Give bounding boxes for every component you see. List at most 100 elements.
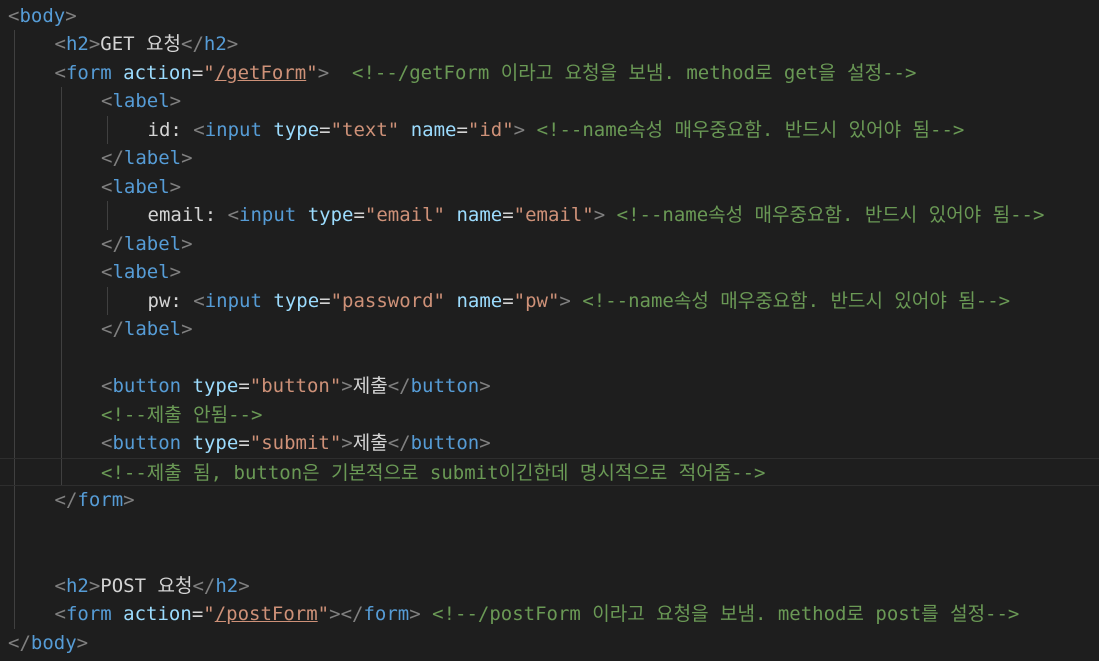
token-comment: <!--/postForm 이라고 요청을 보냄. method로 post를 …: [432, 603, 1020, 625]
token-comment: <!--제출 됨, button은 기본적으로 submit이긴한데 명시적으로…: [101, 461, 766, 484]
code-line-current[interactable]: <!--제출 됨, button은 기본적으로 submit이긴한데 명시적으로…: [0, 457, 1099, 486]
token-str: ": [203, 603, 215, 625]
code-line[interactable]: pw: <input type="password" name="pw"> <!…: [0, 287, 1099, 316]
token-attr: type: [273, 118, 320, 141]
token-bracket: <: [193, 118, 205, 141]
token-eq: =: [502, 204, 514, 226]
token-tag: input: [204, 289, 262, 312]
token-tag: input: [204, 118, 262, 141]
code-line[interactable]: </body>: [0, 629, 1099, 658]
token-text: 제출: [352, 432, 388, 454]
token-tag: form: [65, 61, 112, 84]
code-line[interactable]: <form action="/postForm"></form> <!--/po…: [0, 600, 1099, 629]
token-str: ": [306, 61, 318, 84]
token-bracket: >: [559, 289, 571, 312]
token-bracket: <: [54, 603, 66, 625]
token-eq: =: [319, 289, 331, 312]
token-bracket: >: [65, 4, 77, 27]
token-bracket: <: [193, 289, 205, 312]
token-bracket: </: [54, 489, 78, 511]
token-tag: h2: [215, 574, 239, 597]
token-bracket: >: [341, 375, 353, 397]
token-bracket: >: [479, 375, 491, 397]
token-eq: =: [456, 118, 468, 141]
code-line[interactable]: [0, 344, 1099, 373]
token-str: "text": [330, 118, 400, 141]
code-line[interactable]: email: <input type="email" name="email">…: [0, 201, 1099, 230]
token-attr: type: [192, 375, 239, 397]
code-line[interactable]: <label>: [0, 173, 1099, 202]
code-line[interactable]: <h2>POST 요청</h2>: [0, 572, 1099, 601]
code-line[interactable]: <button type="button">제출</button>: [0, 372, 1099, 401]
token-bracket: >: [181, 318, 193, 340]
token-attr: type: [307, 204, 354, 226]
token-bracket: <: [101, 90, 113, 112]
token-attr: action: [123, 603, 192, 625]
token-eq: =: [238, 432, 250, 454]
code-editor[interactable]: <body> <h2>GET 요청</h2> <form action="/getF…: [0, 0, 1099, 661]
code-line[interactable]: [0, 543, 1099, 572]
token-tag: form: [65, 603, 112, 625]
token-link: /getForm: [214, 61, 307, 84]
token-attr: type: [273, 289, 320, 312]
token-str: "submit": [249, 432, 342, 454]
token-tag: label: [112, 175, 170, 198]
code-line[interactable]: <body>: [0, 2, 1099, 31]
code-line[interactable]: <button type="submit">제출</button>: [0, 429, 1099, 458]
token-str: "email": [364, 204, 445, 226]
token-bracket: </: [387, 375, 411, 397]
token-bracket: >: [169, 90, 182, 112]
token-text: POST 요청: [100, 574, 193, 597]
token-bracket: <: [54, 61, 66, 84]
token-comment: <!--제출 안됨-->: [101, 403, 263, 426]
token-bracket: >: [169, 261, 182, 283]
token-tag: h2: [203, 33, 227, 55]
code-line[interactable]: [0, 515, 1099, 544]
token-bracket: >: [479, 432, 491, 454]
code-line[interactable]: </label>: [0, 144, 1099, 173]
token-tag: form: [77, 489, 124, 511]
token-tag: h2: [65, 574, 89, 597]
code-line[interactable]: <h2>GET 요청</h2>: [0, 30, 1099, 59]
token-bracket: <: [101, 375, 113, 397]
code-line[interactable]: <label>: [0, 87, 1099, 116]
code-line[interactable]: <label>: [0, 258, 1099, 287]
token-str: "email": [513, 204, 594, 226]
token-str: "id": [467, 118, 514, 141]
token-str: "password": [330, 289, 445, 312]
token-bracket: >: [341, 432, 353, 454]
token-bracket: >: [169, 175, 182, 198]
token-tag: button: [410, 375, 480, 397]
token-eq: =: [191, 61, 204, 84]
token-bracket: >: [123, 489, 135, 511]
code-line[interactable]: </label>: [0, 315, 1099, 344]
token-link: /postForm: [214, 603, 318, 625]
token-str: ": [317, 603, 330, 625]
code-line[interactable]: </label>: [0, 230, 1099, 259]
token-bracket: >: [76, 631, 89, 654]
token-bracket: </: [101, 232, 124, 255]
code-line[interactable]: <!--제출 안됨-->: [0, 401, 1099, 430]
token-tag: label: [123, 147, 182, 169]
code-line[interactable]: id: <input type="text" name="id"> <!--na…: [0, 116, 1099, 145]
token-bracket: <: [101, 261, 113, 283]
token-eq: =: [238, 375, 250, 397]
token-bracket: </: [192, 574, 216, 597]
token-bracket: >: [181, 147, 193, 169]
token-attr: name: [410, 118, 457, 141]
token-str: "button": [249, 375, 342, 397]
token-comment: <!--name속성 매우중요함. 반드시 있어야 됨-->: [536, 118, 965, 141]
code-line[interactable]: <form action="/getForm"> <!--/getForm 이라…: [0, 59, 1099, 88]
code-line[interactable]: </form>: [0, 486, 1099, 515]
token-str: "pw": [513, 289, 560, 312]
token-bracket: <: [54, 574, 66, 597]
token-bracket: >: [226, 33, 239, 55]
token-bracket: ></: [329, 603, 364, 625]
